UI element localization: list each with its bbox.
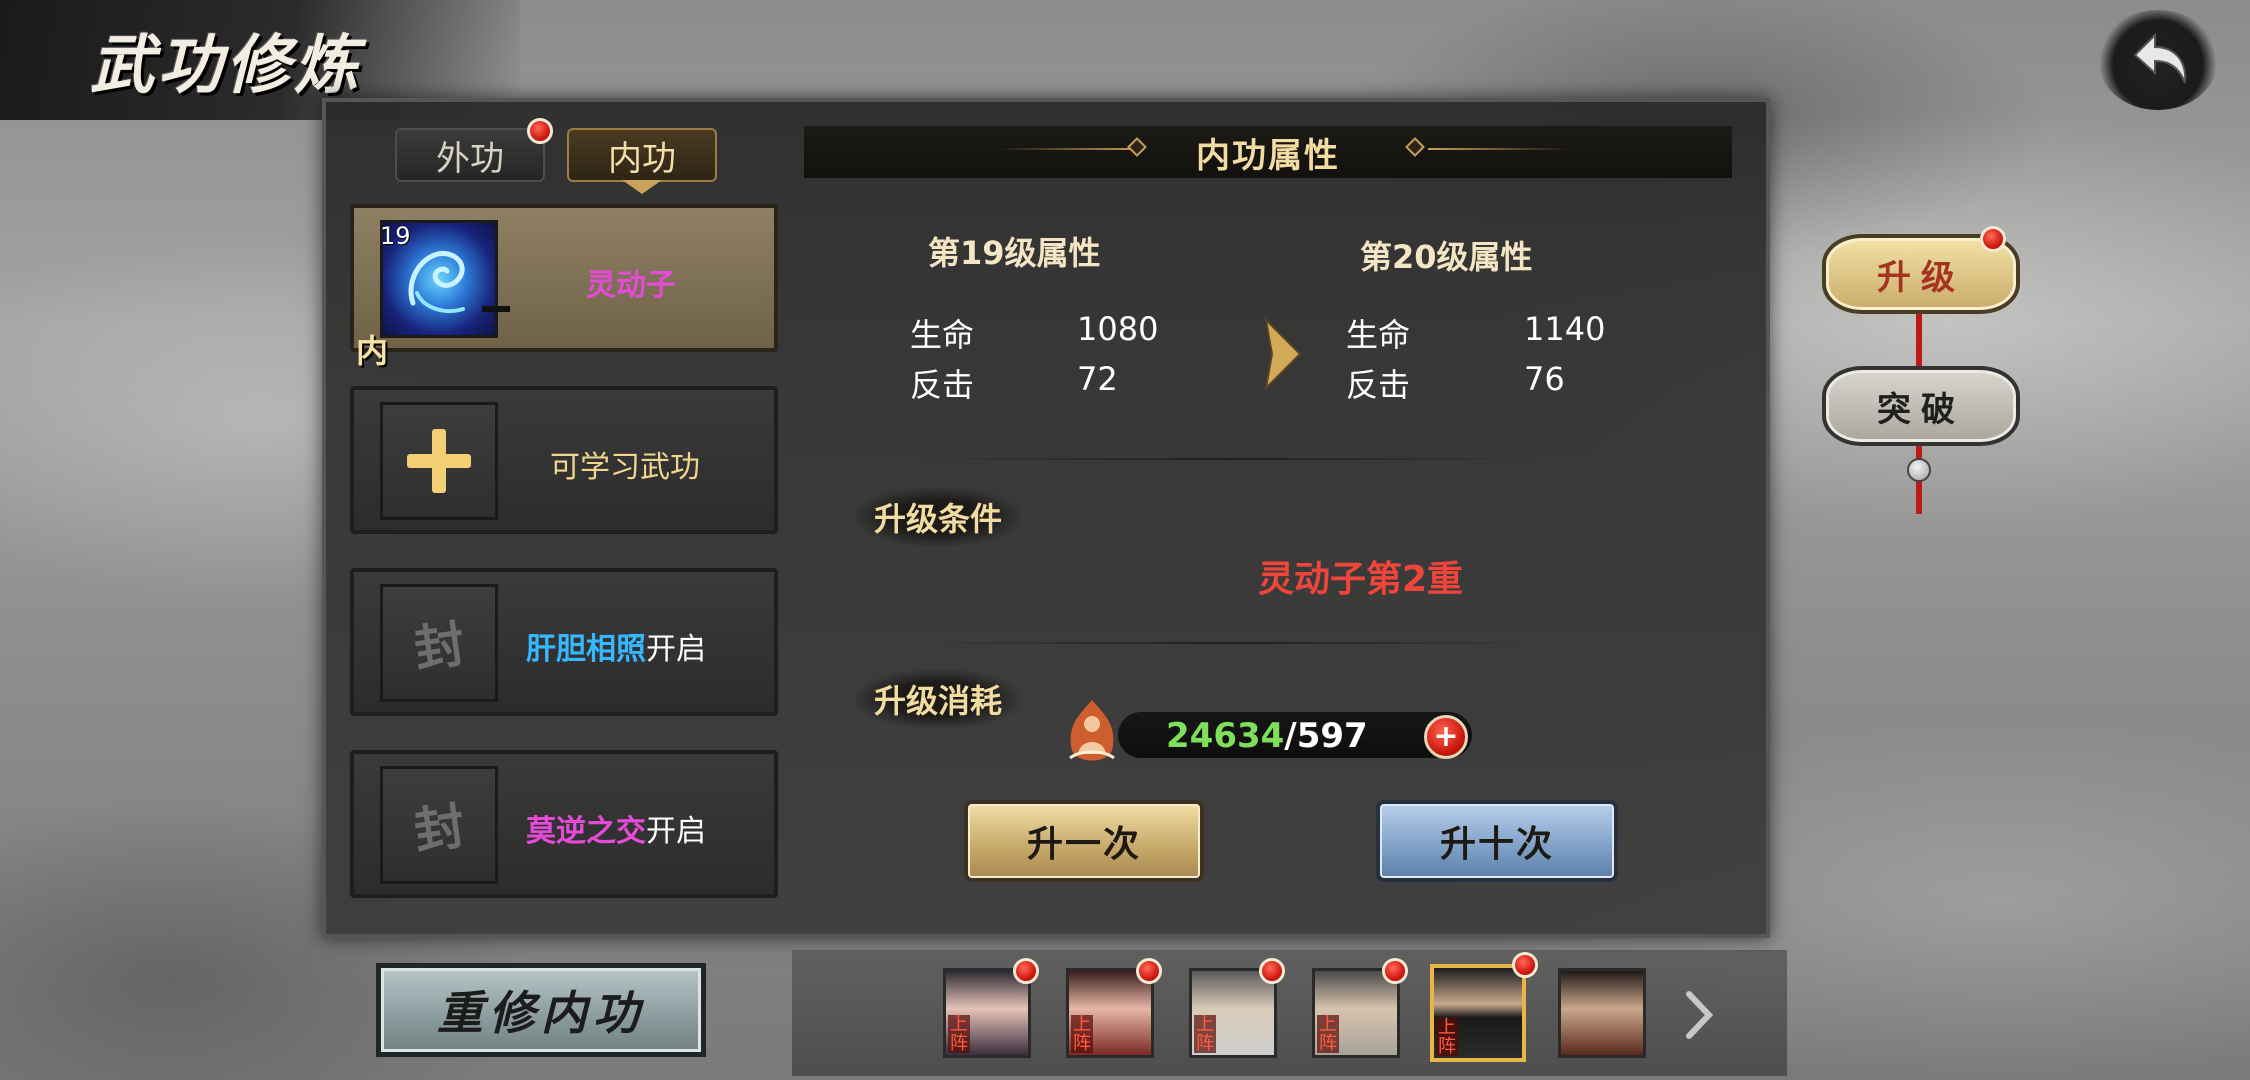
deployed-tag: 上阵	[948, 1014, 970, 1054]
upgrade-ten-button[interactable]: 升十次	[1376, 800, 1618, 882]
deployed-tag: 上阵	[1436, 1017, 1458, 1057]
skill-slot-lingdongzi[interactable]: 19 内 灵动子	[350, 204, 778, 370]
seal-char: 封	[410, 613, 469, 680]
skill-icon-frame	[380, 402, 498, 520]
unlock-suffix: 开启	[646, 632, 706, 667]
stat-value: 1080	[1077, 310, 1159, 348]
skill-name: 可学习武功	[550, 450, 700, 485]
button-label: 升十次	[1439, 824, 1554, 865]
plus-icon	[407, 429, 471, 493]
skill-name: 莫逆之交	[526, 814, 646, 849]
seal-icon: 封	[380, 766, 498, 884]
cost-need: /597	[1284, 716, 1368, 756]
page-title: 武功修炼	[90, 28, 362, 103]
skill-slot-moni[interactable]: 封 莫逆之交开启	[350, 750, 778, 898]
arrow-right-icon	[1264, 317, 1302, 391]
stat-label: 生命	[910, 316, 975, 354]
stat-value: 76	[1524, 360, 1565, 398]
skill-name: 肝胆相照	[526, 632, 646, 667]
seal-icon: 封	[380, 584, 498, 702]
header-ornament-line	[1428, 148, 1568, 150]
skill-slot-gandan[interactable]: 封 肝胆相照开启	[350, 568, 778, 716]
header-ornament-line	[1000, 148, 1140, 150]
notification-dot	[1013, 958, 1039, 984]
seal-char: 封	[410, 795, 469, 862]
meditating-figure-icon	[1069, 700, 1115, 761]
tab-active-indicator	[622, 180, 662, 194]
stat-value: 72	[1077, 360, 1118, 398]
section-divider	[920, 458, 1540, 460]
stat-label: 反击	[910, 366, 975, 404]
notification-dot	[527, 118, 553, 144]
button-label: 升级	[1877, 257, 1965, 298]
stat-label: 反击	[1346, 366, 1411, 404]
panel-header: 内功属性	[804, 126, 1732, 178]
stat-value: 1140	[1524, 310, 1606, 348]
next-level-title: 第20级属性	[1360, 238, 1533, 276]
button-label: 升一次	[1026, 824, 1141, 865]
cost-amount: 24634/597	[1166, 716, 1368, 756]
reset-neigong-button[interactable]: 重修内功	[376, 963, 706, 1057]
unlock-text: 肝胆相照开启	[526, 624, 706, 668]
chevron-right-icon[interactable]	[1683, 990, 1713, 1040]
notification-dot	[1980, 226, 2006, 252]
condition-label: 升级条件	[856, 488, 1021, 546]
unlock-text: 莫逆之交开启	[526, 806, 706, 850]
skill-name: 灵动子	[586, 268, 676, 303]
skill-type-char: 内	[356, 332, 389, 370]
cord-bead	[1907, 458, 1931, 482]
skill-level: 19	[380, 222, 411, 250]
back-button[interactable]	[2098, 10, 2218, 110]
current-level-title: 第19级属性	[928, 234, 1101, 272]
cost-have: 24634	[1166, 716, 1285, 756]
side-cord	[1916, 312, 1922, 372]
hero-portrait-swordsman-icon[interactable]	[1558, 968, 1646, 1058]
plus-icon: +	[1433, 719, 1459, 754]
condition-text: 灵动子第2重	[1258, 559, 1464, 600]
notification-dot	[1259, 958, 1285, 984]
add-resource-button[interactable]: +	[1424, 715, 1468, 759]
side-breakthrough-button[interactable]: 突破	[1822, 366, 2020, 446]
stat-label: 生命	[1346, 316, 1411, 354]
unlock-suffix: 开启	[646, 814, 706, 849]
tab-label: 外功	[436, 138, 504, 179]
tab-label: 内功	[608, 138, 676, 179]
button-label: 突破	[1877, 389, 1965, 430]
back-arrow-icon	[2133, 32, 2187, 84]
notification-dot	[1136, 958, 1162, 984]
tab-waigong[interactable]: 外功	[395, 128, 545, 182]
upgrade-once-button[interactable]: 升一次	[964, 800, 1204, 882]
rank-mark	[482, 306, 510, 312]
notification-dot	[1382, 958, 1408, 984]
tab-neigong[interactable]: 内功	[567, 128, 717, 182]
deployed-tag: 上阵	[1071, 1014, 1093, 1054]
notification-dot	[1512, 952, 1538, 978]
button-label: 重修内功	[437, 986, 645, 1040]
deployed-tag: 上阵	[1317, 1014, 1339, 1054]
deployed-tag: 上阵	[1194, 1014, 1216, 1054]
panel-title: 内功属性	[1196, 135, 1340, 176]
skill-slot-learnable[interactable]: 可学习武功	[350, 386, 778, 534]
hero-portrait-masked-icon[interactable]: 上阵	[1430, 964, 1526, 1062]
section-divider	[920, 642, 1540, 644]
cost-label: 升级消耗	[856, 670, 1021, 728]
